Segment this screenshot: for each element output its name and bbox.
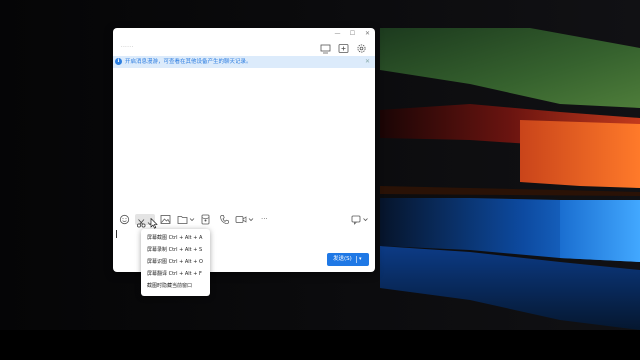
send-button[interactable]: 发送(S) ▾ [327, 253, 369, 266]
video-icon[interactable] [235, 214, 255, 225]
settings-icon[interactable] [356, 43, 367, 54]
send-divider [356, 256, 357, 263]
info-icon: i [115, 58, 122, 65]
menu-item-screen-capture[interactable]: 屏幕截图 Ctrl + Alt + A [147, 234, 209, 242]
image-icon[interactable] [160, 214, 171, 225]
banner-text[interactable]: 开启消息漫游，可查看在其他设备产生的聊天记录。 [125, 58, 252, 66]
close-button[interactable]: ✕ [361, 29, 374, 39]
chat-history-icon[interactable] [351, 214, 370, 225]
minimize-button[interactable]: — [331, 29, 344, 39]
folder-icon[interactable] [177, 214, 196, 225]
message-roaming-banner: i 开启消息漫游，可查看在其他设备产生的聊天记录。 ✕ [113, 56, 375, 68]
send-options-arrow[interactable]: ▾ [359, 255, 362, 264]
emoji-icon[interactable] [119, 214, 130, 225]
screenshot-menu: 屏幕截图 Ctrl + Alt + A 屏幕录制 Ctrl + Alt + S … [141, 229, 210, 296]
maximize-button[interactable]: ☐ [346, 29, 359, 39]
add-member-icon[interactable] [338, 43, 349, 54]
red-packet-icon[interactable] [200, 214, 211, 225]
menu-item-hide-window[interactable]: 截图时隐藏当前窗口 [147, 282, 209, 290]
title-bar: — ☐ ✕ ...... [113, 28, 375, 56]
text-cursor [116, 230, 117, 238]
screen-share-icon[interactable] [320, 43, 331, 54]
phone-icon[interactable] [219, 214, 230, 225]
more-icon[interactable]: ··· [261, 215, 268, 223]
menu-item-screen-record[interactable]: 屏幕录制 Ctrl + Alt + S [147, 246, 209, 254]
mouse-pointer-icon [150, 218, 158, 229]
menu-item-screen-translate[interactable]: 屏幕翻译 Ctrl + Alt + F [147, 270, 209, 278]
banner-close-icon[interactable]: ✕ [365, 58, 370, 66]
chat-title: ...... [121, 43, 134, 49]
menu-item-screen-ocr[interactable]: 屏幕识图 Ctrl + Alt + O [147, 258, 209, 266]
send-label: 发送(S) [333, 256, 352, 262]
